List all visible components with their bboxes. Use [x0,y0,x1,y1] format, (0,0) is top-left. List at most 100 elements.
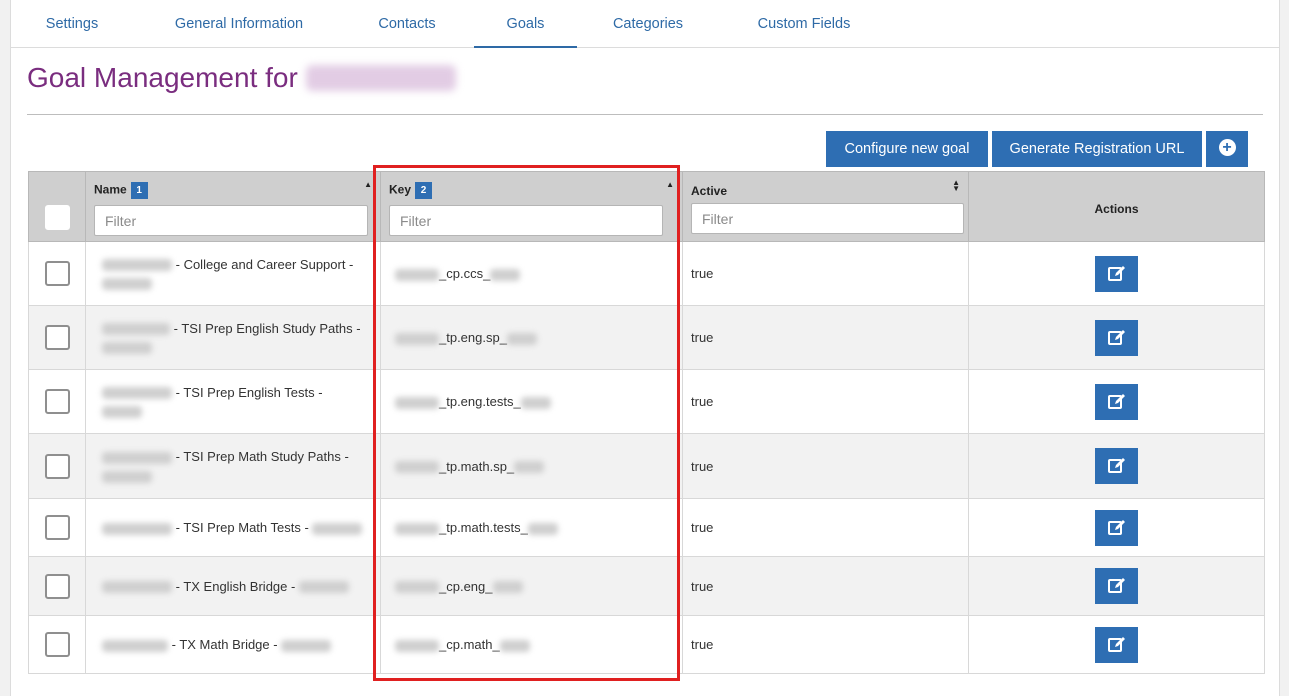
name-column-header[interactable]: Name 1 ▲ [85,171,381,242]
goal-active-value: true [691,394,714,409]
redacted-text [102,259,172,272]
edit-goal-button[interactable] [1095,448,1138,484]
edit-icon [1107,393,1125,409]
goal-actions-cell [968,498,1265,557]
goal-active-value: true [691,520,714,535]
goal-name: - TSI Prep English Tests - [175,384,323,400]
row-checkbox[interactable] [44,515,70,540]
goal-name: - TSI Prep Math Study Paths - [175,449,349,464]
tab-goals[interactable]: Goals [474,0,577,48]
goal-active-cell: true [682,305,969,370]
sort-ascending-icon[interactable]: ▲ [364,180,372,189]
goal-key: _cp.eng_ [439,578,493,594]
goal-name-cell: - TSI Prep Math Study Paths - [85,433,381,499]
tab-custom-fields[interactable]: Custom Fields [749,0,859,48]
row-checkbox[interactable] [44,453,70,479]
row-select-cell [28,433,86,499]
row-checkbox[interactable] [44,573,70,599]
redacted-text [102,342,152,355]
goal-active-cell: true [682,498,969,557]
goal-actions-cell [968,556,1265,616]
redacted-text [506,332,537,345]
redacted-text [492,581,523,594]
redacted-text [102,581,172,594]
goal-actions-cell [968,305,1265,370]
name-filter-input[interactable] [94,205,368,236]
tab-categories[interactable]: Categories [607,0,689,48]
redacted-text [395,396,439,409]
row-select-cell [28,241,86,306]
active-column-header[interactable]: Active ▲ ▼ [682,171,969,242]
generate-registration-url-button[interactable]: Generate Registration URL [992,131,1202,167]
row-checkbox[interactable] [44,261,70,286]
row-checkbox[interactable] [44,632,70,657]
redacted-text [514,461,545,474]
key-column-header[interactable]: Key 2 ▲ [380,171,683,242]
table-row: - TX English Bridge - _cp.eng_ true [28,556,1265,616]
redacted-text [102,387,172,400]
goal-key: _tp.eng.tests_ [439,394,521,409]
edit-icon [1107,578,1125,593]
goal-key-cell: _tp.eng.tests_ [380,369,683,434]
row-select-cell [28,369,86,434]
goal-name: - TSI Prep English Study Paths - [173,320,361,336]
row-select-cell [28,615,86,674]
configure-new-goal-button[interactable]: Configure new goal [826,131,988,167]
goal-actions-cell [968,615,1265,674]
goal-active-cell: true [682,556,969,616]
select-all-checkbox[interactable] [44,205,70,230]
table-row: - TSI Prep English Tests - _tp.eng.tests… [28,369,1265,434]
key-filter-input[interactable] [389,205,663,236]
row-checkbox[interactable] [44,325,70,350]
goal-key-cell: _cp.ccs_ [380,241,683,306]
title-divider [27,114,1263,115]
goal-active-cell: true [682,433,969,499]
redacted-organization-name [305,65,456,91]
goal-name: - TSI Prep Math Tests - [175,520,309,535]
edit-goal-button[interactable] [1095,626,1138,663]
goal-name-cell: - TSI Prep Math Tests - [85,498,381,557]
goal-active-cell: true [682,369,969,434]
goal-name: - College and Career Support - [175,256,354,272]
goal-active-value: true [691,637,714,652]
goals-table: Name1 ▲ Key2 ▲ Active ▲▼ Actions [28,171,1265,674]
redacted-text [499,639,530,652]
goal-key: _cp.math_ [439,637,500,652]
goal-active-cell: true [682,241,969,306]
row-select-cell [28,556,86,616]
tab-general-information[interactable]: General Information [161,0,317,48]
sort-both-icon[interactable]: ▲ ▼ [952,179,960,193]
plus-circle-icon: + [1218,139,1236,157]
goal-name-cell: - TX Math Bridge - [85,615,381,674]
edit-goal-button[interactable] [1095,319,1138,356]
redacted-text [298,581,349,594]
goal-actions-cell [968,369,1265,434]
goal-name-cell: - TX English Bridge - [85,556,381,616]
goal-actions-cell [968,433,1265,499]
row-checkbox[interactable] [44,389,70,414]
redacted-text [102,278,152,291]
table-row: - TSI Prep English Study Paths - _tp.eng… [28,305,1265,370]
add-goal-button[interactable]: + [1206,131,1248,167]
goal-key: _tp.math.tests_ [439,520,528,535]
edit-goal-button[interactable] [1095,568,1138,604]
redacted-text [102,522,172,535]
edit-goal-button[interactable] [1095,383,1138,420]
name-column-label: Name [94,182,127,197]
edit-icon [1107,265,1125,281]
sort-order-badge: 2 [415,182,433,199]
goal-key: _tp.math.sp_ [439,458,515,474]
key-column-label: Key [389,182,412,197]
table-row: - TSI Prep Math Tests - _tp.math.tests_ t… [28,498,1265,557]
edit-goal-button[interactable] [1095,509,1138,546]
edit-goal-button[interactable] [1095,255,1138,292]
redacted-text [102,451,172,464]
edit-icon [1107,329,1125,345]
active-filter-input[interactable] [691,203,964,234]
tab-settings[interactable]: Settings [31,0,113,48]
sort-ascending-icon[interactable]: ▲ [666,180,674,189]
tab-contacts[interactable]: Contacts [367,0,447,48]
goal-key-cell: _tp.math.tests_ [380,498,683,557]
redacted-text [395,461,439,474]
goal-key-cell: _tp.math.sp_ [380,433,683,499]
